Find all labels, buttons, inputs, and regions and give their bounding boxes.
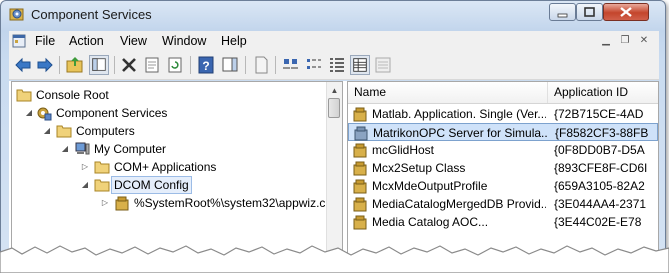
refresh-icon[interactable] xyxy=(165,55,185,75)
package-icon xyxy=(115,196,129,211)
menu-file[interactable]: File xyxy=(35,34,55,48)
document-icon[interactable] xyxy=(12,34,26,48)
status-view-icon[interactable] xyxy=(373,55,393,75)
menu-help[interactable]: Help xyxy=(221,34,247,48)
column-header-application-id[interactable]: Application ID xyxy=(548,82,658,103)
console-content: Console Root ◢ Component Services ◢ Comp… xyxy=(9,81,659,256)
torn-edge xyxy=(0,245,669,273)
window-title: Component Services xyxy=(31,7,152,22)
list-row[interactable]: MediaCatalogMergedDB Provid... {3E044AA4… xyxy=(348,195,658,213)
column-header-name[interactable]: Name xyxy=(348,82,548,103)
menu-action[interactable]: Action xyxy=(69,34,104,48)
list-row[interactable]: Mcx2Setup Class {893CFE8F-CD6I xyxy=(348,159,658,177)
title-bar[interactable]: Component Services xyxy=(1,1,665,29)
tree-item-label: DCOM Config xyxy=(111,176,192,194)
maximize-button[interactable] xyxy=(576,3,603,21)
minimize-button[interactable] xyxy=(549,3,576,21)
tree-pane[interactable]: Console Root ◢ Component Services ◢ Comp… xyxy=(11,81,343,256)
back-icon[interactable] xyxy=(13,55,33,75)
list-row-app-id: {893CFE8F-CD6I xyxy=(554,161,648,175)
expanded-arrow-icon[interactable]: ◢ xyxy=(60,140,70,158)
close-button[interactable] xyxy=(603,3,649,21)
folder-icon xyxy=(16,89,32,102)
list-row-name: McxMdeOutputProfile xyxy=(372,179,488,193)
list-row-name: Matlab. Application. Single (Ver... xyxy=(372,107,546,121)
properties-icon[interactable] xyxy=(142,55,162,75)
list-row-app-id: {0F8DD0B7-D5A xyxy=(554,143,645,157)
help-icon[interactable]: ? xyxy=(196,55,216,75)
show-hide-tree-icon[interactable] xyxy=(89,55,109,75)
collapsed-arrow-icon[interactable]: ▷ xyxy=(100,194,110,212)
package-icon xyxy=(353,197,367,212)
menu-view[interactable]: View xyxy=(120,34,147,48)
scroll-thumb[interactable] xyxy=(328,98,340,118)
delete-icon[interactable] xyxy=(119,55,139,75)
component-services-window: Component Services File Action View Wind… xyxy=(0,0,666,257)
package-icon xyxy=(354,126,368,141)
svg-text:?: ? xyxy=(202,59,209,73)
mdi-minimize-icon[interactable]: ▁ xyxy=(599,34,613,47)
component-services-icon xyxy=(37,107,52,121)
list-pane[interactable]: Name Application ID Matlab. Application.… xyxy=(347,81,659,256)
computer-icon xyxy=(75,142,90,155)
mdi-restore-icon[interactable]: ❐ xyxy=(618,34,632,47)
folder-icon xyxy=(56,125,72,138)
expanded-arrow-icon[interactable]: ◢ xyxy=(42,122,52,140)
mdi-close-icon[interactable]: ✕ xyxy=(637,34,651,47)
detail-view-icon[interactable] xyxy=(350,55,370,75)
minimize-icon xyxy=(557,13,568,18)
list-row-app-id: {3E44C02E-E78 xyxy=(554,215,642,229)
list-row-name: mcGlidHost xyxy=(372,143,435,157)
menu-window[interactable]: Window xyxy=(162,34,206,48)
tree-item-label: My Computer xyxy=(94,142,167,156)
list-row-app-id: {659A3105-82A2 xyxy=(554,179,645,193)
small-icons-view-icon[interactable] xyxy=(304,55,324,75)
up-folder-icon[interactable] xyxy=(65,55,85,75)
package-icon xyxy=(353,215,367,230)
forward-icon[interactable] xyxy=(35,55,55,75)
tree-scrollbar[interactable]: ▲ xyxy=(326,82,342,255)
folder-icon xyxy=(94,179,110,192)
list-row[interactable]: McxMdeOutputProfile {659A3105-82A2 xyxy=(348,177,658,195)
collapsed-arrow-icon[interactable]: ▷ xyxy=(80,158,90,176)
toolbar: ? xyxy=(9,51,659,80)
tree-item-label: %SystemRoot%\system32\appwiz.cp xyxy=(134,196,333,210)
package-icon xyxy=(353,179,367,194)
list-row-name: Mcx2Setup Class xyxy=(372,161,466,175)
tree-item-label: COM+ Applications xyxy=(114,160,217,174)
list-row-name: MatrikonOPC Server for Simula... xyxy=(373,126,547,140)
package-icon xyxy=(353,107,367,122)
list-row-app-id: {3E044AA4-2371 xyxy=(554,197,647,211)
tree-item-label: Console Root xyxy=(36,88,109,102)
expanded-arrow-icon[interactable]: ◢ xyxy=(24,104,34,122)
folder-icon xyxy=(94,161,110,174)
list-header: Name Application ID xyxy=(348,82,658,104)
large-icons-view-icon[interactable] xyxy=(281,55,301,75)
component-services-gear-icon xyxy=(9,8,24,21)
list-row[interactable]: Matlab. Application. Single (Ver... {72B… xyxy=(348,105,658,123)
tree-item-label: Component Services xyxy=(56,106,168,120)
list-row-app-id: {72B715CE-4AD xyxy=(554,107,644,121)
new-icon[interactable] xyxy=(251,55,271,75)
package-icon xyxy=(353,161,367,176)
list-row-name: MediaCatalogMergedDB Provid... xyxy=(372,197,546,211)
list-row-name: Media Catalog AOC... xyxy=(372,215,489,229)
menu-bar: File Action View Window Help ▁ ❐ ✕ xyxy=(9,31,659,51)
package-icon xyxy=(353,143,367,158)
list-row[interactable]: Media Catalog AOC... {3E44C02E-E78 xyxy=(348,213,658,231)
maximize-icon xyxy=(584,7,595,17)
list-row-selected[interactable]: MatrikonOPC Server for Simula... {F8582C… xyxy=(348,123,658,141)
tree-item-label: Computers xyxy=(76,124,135,138)
list-row[interactable]: mcGlidHost {0F8DD0B7-D5A xyxy=(348,141,658,159)
scroll-up-icon[interactable]: ▲ xyxy=(327,83,342,98)
list-view-icon[interactable] xyxy=(327,55,347,75)
expanded-arrow-icon[interactable]: ◢ xyxy=(80,176,90,194)
list-row-app-id: {F8582CF3-88FB xyxy=(555,126,649,140)
close-icon xyxy=(620,7,632,17)
show-hide-action-pane-icon[interactable] xyxy=(220,55,240,75)
